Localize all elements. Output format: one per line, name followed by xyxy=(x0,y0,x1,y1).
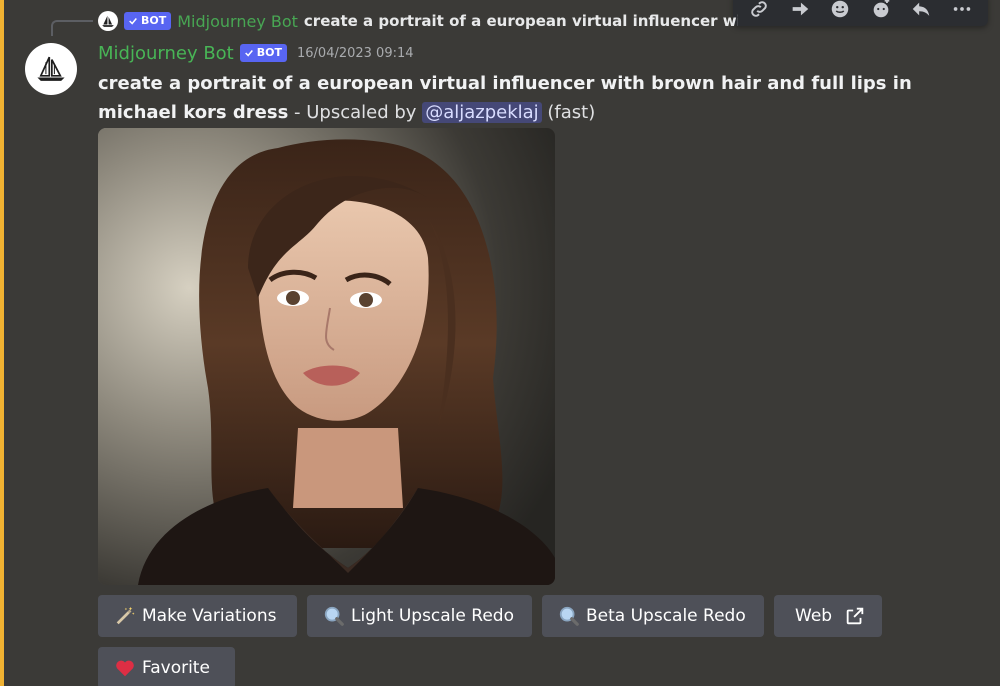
reply-spine xyxy=(51,20,93,36)
bot-tag-label: BOT xyxy=(256,46,282,59)
light-upscale-redo-button[interactable]: Light Upscale Redo xyxy=(307,595,532,637)
portrait-image xyxy=(98,128,555,585)
magnifier-icon xyxy=(323,605,345,627)
reply-text: create a portrait of a european virtual … xyxy=(303,12,738,30)
sailboat-icon xyxy=(37,56,65,81)
beta-upscale-redo-label: Beta Upscale Redo xyxy=(586,606,746,626)
more-options-icon[interactable] xyxy=(948,0,976,23)
make-variations-button[interactable]: Make Variations xyxy=(98,595,297,637)
heart-icon xyxy=(114,657,136,679)
message-content: create a portrait of a european virtual … xyxy=(98,69,948,127)
react-icon[interactable] xyxy=(867,0,895,23)
sailboat-icon xyxy=(102,15,114,27)
avatar[interactable] xyxy=(25,43,77,95)
message-hover-toolbar xyxy=(733,0,988,26)
username[interactable]: Midjourney Bot xyxy=(98,43,234,64)
beta-upscale-redo-button[interactable]: Beta Upscale Redo xyxy=(542,595,764,637)
favorite-button[interactable]: Favorite xyxy=(98,647,235,686)
light-upscale-redo-label: Light Upscale Redo xyxy=(351,606,514,626)
link-icon[interactable] xyxy=(745,0,773,23)
message-highlight-bar xyxy=(0,0,4,686)
forward-icon[interactable] xyxy=(786,0,814,23)
external-link-icon xyxy=(844,605,866,627)
add-reaction-icon[interactable] xyxy=(826,0,854,23)
upscaled-by-text: - Upscaled by xyxy=(288,102,423,123)
web-link-button[interactable]: Web xyxy=(774,595,882,637)
reply-username[interactable]: Midjourney Bot xyxy=(177,12,298,31)
verified-check-icon xyxy=(129,18,137,25)
reply-icon[interactable] xyxy=(907,0,935,23)
verified-check-icon xyxy=(244,50,253,57)
image-attachment[interactable] xyxy=(98,128,555,585)
reply-bot-tag-label: BOT xyxy=(141,14,167,27)
user-mention[interactable]: @aljazpeklaj xyxy=(422,102,542,123)
favorite-label: Favorite xyxy=(142,658,210,678)
message-header: Midjourney Bot BOT 16/04/2023 09:14 xyxy=(98,41,414,65)
speed-text: (fast) xyxy=(541,102,596,123)
timestamp[interactable]: 16/04/2023 09:14 xyxy=(297,46,414,61)
reply-avatar xyxy=(98,11,118,31)
reply-reference[interactable]: BOT Midjourney Bot create a portrait of … xyxy=(98,10,738,32)
web-label: Web xyxy=(795,606,833,626)
bot-tag: BOT xyxy=(239,44,287,62)
magic-wand-icon xyxy=(114,605,136,627)
magnifier-icon xyxy=(558,605,580,627)
make-variations-label: Make Variations xyxy=(142,606,277,626)
reply-bot-tag: BOT xyxy=(124,12,172,30)
